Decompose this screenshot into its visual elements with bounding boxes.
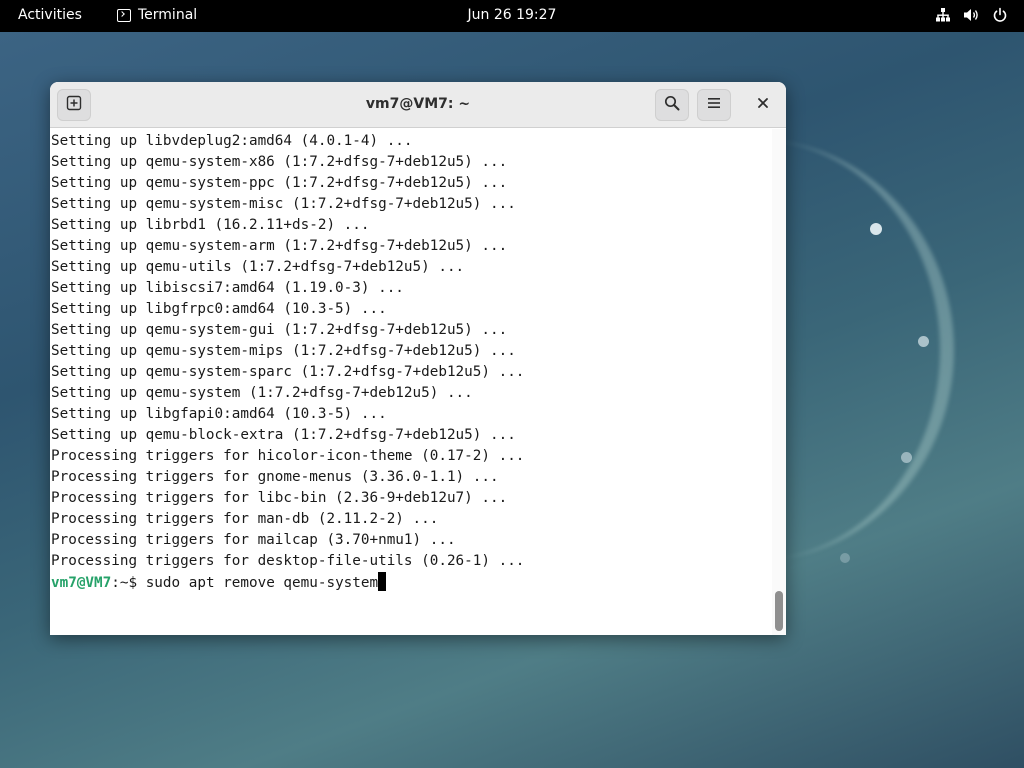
terminal-line: Setting up librbd1 (16.2.11+ds-2) ... (51, 217, 370, 233)
volume-icon[interactable] (963, 7, 980, 23)
terminal-line: Processing triggers for hicolor-icon-the… (51, 448, 525, 464)
terminal-area[interactable]: Setting up libvdeplug2:amd64 (4.0.1-4) .… (50, 129, 772, 635)
wallpaper-dot (840, 553, 850, 563)
power-icon[interactable] (992, 7, 1008, 23)
prompt-command: sudo apt remove qemu-system (145, 575, 379, 591)
window-headerbar[interactable]: vm7@VM7: ~ (50, 82, 786, 128)
terminal-line: Setting up qemu-system-gui (1:7.2+dfsg-7… (51, 322, 508, 338)
activities-label: Activities (18, 7, 82, 23)
terminal-line: Setting up libiscsi7:amd64 (1.19.0-3) ..… (51, 280, 404, 296)
terminal-line: Processing triggers for man-db (2.11.2-2… (51, 511, 439, 527)
terminal-line: Processing triggers for desktop-file-uti… (51, 553, 525, 569)
wallpaper-dot (901, 452, 912, 463)
scrollbar[interactable] (772, 129, 786, 635)
new-tab-button[interactable] (57, 89, 91, 121)
terminal-window: vm7@VM7: ~ Setting up libvdeplug2:amd64 … (50, 82, 786, 635)
terminal-icon (117, 8, 131, 22)
terminal-line: Setting up libvdeplug2:amd64 (4.0.1-4) .… (51, 133, 413, 149)
terminal-line: Processing triggers for libc-bin (2.36-9… (51, 490, 508, 506)
menu-button[interactable] (697, 89, 731, 121)
terminal-line: Setting up qemu-system-arm (1:7.2+dfsg-7… (51, 238, 508, 254)
desktop: Activities Terminal Jun 26 19:27 vm7@VM7… (0, 0, 1024, 768)
terminal-line: Setting up qemu-system-sparc (1:7.2+dfsg… (51, 364, 525, 380)
terminal-line: Processing triggers for gnome-menus (3.3… (51, 469, 499, 485)
prompt-user-host: vm7@VM7 (51, 575, 112, 591)
app-menu-button[interactable]: Terminal (117, 7, 197, 23)
search-button[interactable] (655, 89, 689, 121)
terminal-line: Setting up qemu-system-x86 (1:7.2+dfsg-7… (51, 154, 508, 170)
clock-button[interactable]: Jun 26 19:27 (468, 7, 557, 23)
terminal-line: Processing triggers for mailcap (3.70+nm… (51, 532, 456, 548)
network-wired-icon[interactable] (935, 7, 951, 23)
hamburger-menu-icon (706, 95, 722, 116)
system-tray[interactable] (935, 7, 1008, 23)
terminal-line: Setting up libgfapi0:amd64 (10.3-5) ... (51, 406, 387, 422)
text-cursor (378, 572, 387, 591)
terminal-output: Setting up libvdeplug2:amd64 (4.0.1-4) .… (50, 129, 772, 593)
prompt-path: :~$ (111, 575, 146, 591)
terminal-line: Setting up qemu-system-ppc (1:7.2+dfsg-7… (51, 175, 508, 191)
close-icon (757, 96, 769, 114)
wallpaper-dot (870, 223, 882, 235)
prompt-line[interactable]: vm7@VM7:~$ sudo apt remove qemu-system (51, 572, 772, 593)
terminal-line: Setting up qemu-system-mips (1:7.2+dfsg-… (51, 343, 516, 359)
terminal-line: Setting up qemu-system-misc (1:7.2+dfsg-… (51, 196, 516, 212)
terminal-line: Setting up qemu-block-extra (1:7.2+dfsg-… (51, 427, 516, 443)
top-bar: Activities Terminal Jun 26 19:27 (0, 0, 1024, 32)
wallpaper-dot (918, 336, 929, 347)
activities-button[interactable]: Activities (18, 7, 82, 23)
search-icon (664, 95, 680, 116)
close-button[interactable] (750, 92, 776, 118)
scrollbar-thumb[interactable] (775, 591, 783, 631)
terminal-line: Setting up qemu-utils (1:7.2+dfsg-7+deb1… (51, 259, 465, 275)
app-name: Terminal (138, 7, 198, 23)
terminal-line: Setting up libgfrpc0:amd64 (10.3-5) ... (51, 301, 387, 317)
terminal-line: Setting up qemu-system (1:7.2+dfsg-7+deb… (51, 385, 473, 401)
new-tab-icon (66, 95, 82, 116)
